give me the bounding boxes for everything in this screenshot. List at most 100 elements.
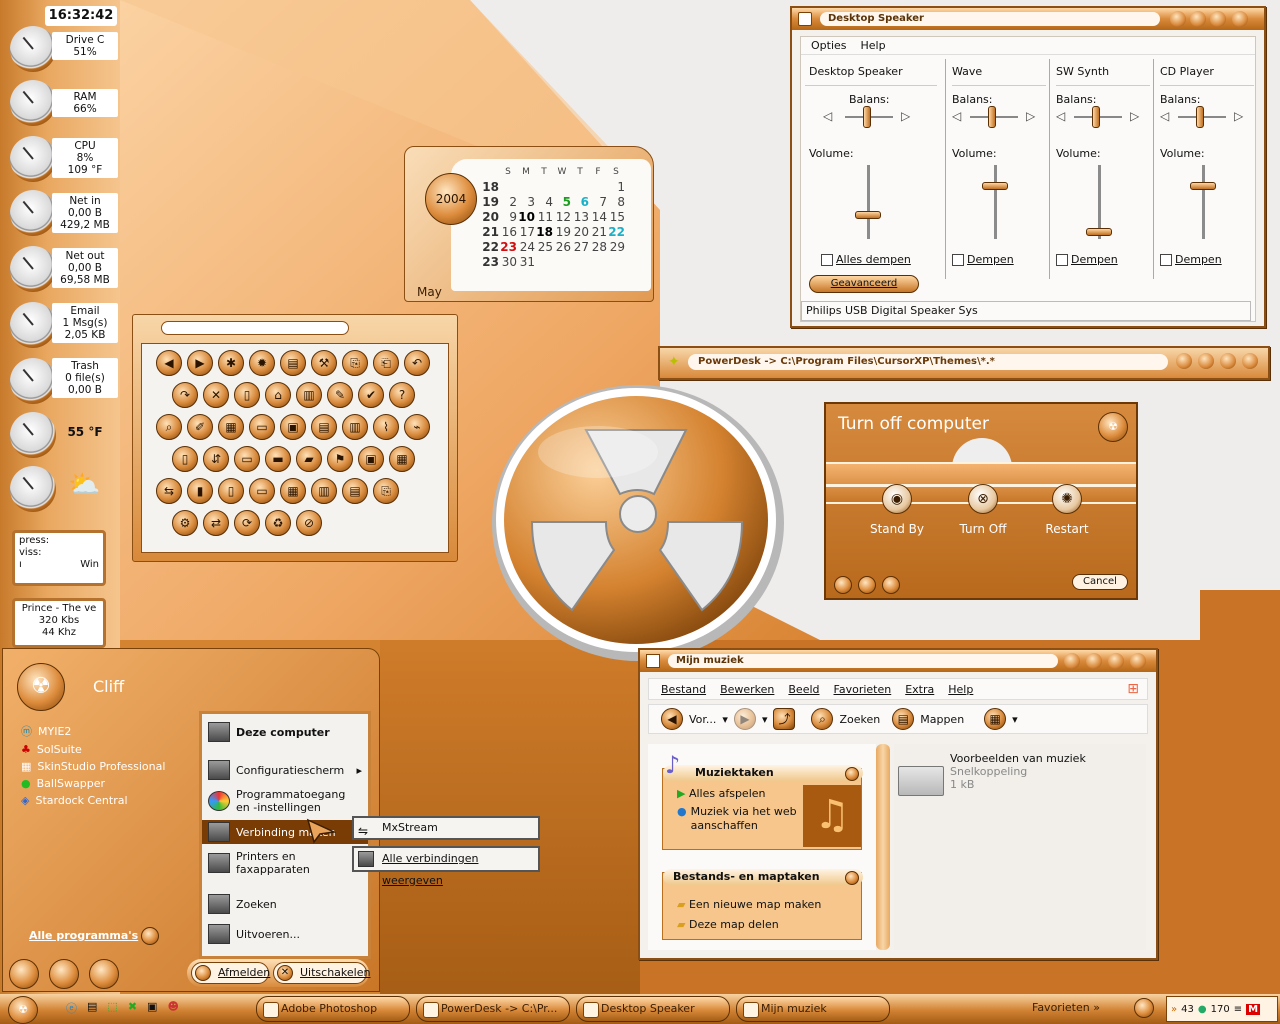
toolbar-icon-3-1[interactable]: ⇵: [203, 446, 229, 472]
powerdesk-close-button[interactable]: [1242, 353, 1258, 369]
calendar-day[interactable]: 24: [517, 240, 535, 255]
play-all-link[interactable]: ▶ Alles afspelen: [677, 787, 797, 801]
volume-slider[interactable]: [1086, 228, 1112, 236]
forward-icon[interactable]: ▶: [733, 708, 756, 730]
toolbar-icon-3-0[interactable]: ▯: [172, 446, 198, 472]
toolbar-icon-4-7[interactable]: ⎘: [373, 478, 399, 504]
volume-slider[interactable]: [1190, 182, 1216, 190]
submenu-all-connections[interactable]: Alle verbindingen weergeven: [352, 846, 540, 887]
toolbar-icon-2-1[interactable]: ✐: [187, 414, 213, 440]
start-run[interactable]: Uitvoeren...: [202, 922, 368, 946]
volume-slider[interactable]: [855, 211, 881, 219]
start-my-computer[interactable]: Deze computer: [202, 720, 368, 744]
my-music-titlebar[interactable]: Mijn muziek: [640, 650, 1156, 672]
calendar-day[interactable]: [517, 180, 535, 195]
search-icon[interactable]: ⌕: [811, 708, 834, 730]
year-badge[interactable]: 2004: [425, 173, 477, 225]
toolbar-icon-0-7[interactable]: ⎗: [373, 350, 399, 376]
calendar-day[interactable]: 21: [589, 225, 607, 240]
calendar-day[interactable]: 15: [607, 210, 625, 225]
email-icon[interactable]: [10, 302, 56, 348]
speaker-maximize-button[interactable]: [1210, 11, 1226, 27]
calendar-day[interactable]: 10: [517, 210, 535, 225]
toolbar-icon-3-7[interactable]: ▦: [389, 446, 415, 472]
mute-checkbox[interactable]: Alles dempen: [821, 253, 911, 266]
speaker-minimize-button[interactable]: [1190, 11, 1206, 27]
calendar-day[interactable]: 2: [499, 195, 517, 210]
toolbar-icon-1-0[interactable]: ↷: [172, 382, 198, 408]
toolbar-icon-3-2[interactable]: ▭: [234, 446, 260, 472]
toolbar-icon-5-3[interactable]: ♻: [265, 510, 291, 536]
speaker-menu-button[interactable]: [1170, 11, 1186, 27]
menu-extra[interactable]: Extra: [905, 683, 934, 696]
ie-icon[interactable]: ⓔ: [66, 1000, 77, 1018]
folders-icon[interactable]: ▤: [892, 708, 915, 730]
file-tasks-title[interactable]: Bestands- en maptaken: [663, 869, 863, 885]
views-icon[interactable]: ▦: [984, 708, 1007, 730]
calendar-day[interactable]: 25: [535, 240, 553, 255]
calendar-day[interactable]: [589, 180, 607, 195]
calendar-day[interactable]: 4: [535, 195, 553, 210]
pinned-skinstudio[interactable]: ▦ SkinStudio Professional: [15, 758, 171, 775]
ql-icon-5[interactable]: ▣: [147, 1000, 157, 1018]
toolbar-icon-2-5[interactable]: ▤: [311, 414, 337, 440]
toolbar-icon-2-0[interactable]: ⌕: [156, 414, 182, 440]
calendar-day[interactable]: 1: [607, 180, 625, 195]
menu-bewerken[interactable]: Bewerken: [720, 683, 774, 696]
start-printers[interactable]: Printers en faxapparaten: [202, 848, 368, 878]
calendar-day[interactable]: 13: [571, 210, 589, 225]
toolbar-icon-4-1[interactable]: ▮: [187, 478, 213, 504]
calendar-day[interactable]: [535, 180, 553, 195]
toolbar-icon-2-7[interactable]: ⌇: [373, 414, 399, 440]
logoff-button[interactable]: Afmelden: [191, 962, 270, 984]
music-minimize-button[interactable]: [1086, 653, 1102, 669]
volume-slider[interactable]: [982, 182, 1008, 190]
music-close-button[interactable]: [1130, 653, 1146, 669]
powerdesk-maximize-button[interactable]: [1220, 353, 1236, 369]
powerdesk-minimize-button[interactable]: [1198, 353, 1214, 369]
left-pane-scrollbar[interactable]: [876, 744, 890, 950]
share-folder-link[interactable]: ▰ Deze map delen: [677, 915, 821, 935]
balance-slider[interactable]: [988, 106, 996, 128]
music-tasks-title[interactable]: Muziektaken: [663, 765, 863, 781]
toolbar-icon-4-6[interactable]: ▤: [342, 478, 368, 504]
calendar-day[interactable]: 14: [589, 210, 607, 225]
task-my-music[interactable]: Mijn muziek: [736, 996, 890, 1022]
cancel-button[interactable]: Cancel: [1072, 574, 1128, 590]
toolbar-icon-4-0[interactable]: ⇆: [156, 478, 182, 504]
music-maximize-button[interactable]: [1108, 653, 1124, 669]
collapse-music-tasks-icon[interactable]: [845, 767, 859, 781]
toolbar-icon-1-3[interactable]: ⌂: [265, 382, 291, 408]
toolbar-icon-2-2[interactable]: ▦: [218, 414, 244, 440]
user-avatar[interactable]: ☢: [17, 663, 65, 711]
trash-icon[interactable]: [10, 358, 56, 404]
music-menu-button[interactable]: [1064, 653, 1080, 669]
turn-off-orb-1[interactable]: [834, 576, 852, 594]
toolbar-icon-5-1[interactable]: ⇄: [203, 510, 229, 536]
toolbar-icon-5-4[interactable]: ⊘: [296, 510, 322, 536]
toolbar-icon-4-3[interactable]: ▭: [249, 478, 275, 504]
toolbar-icon-0-0[interactable]: ◀: [156, 350, 182, 376]
menu-beeld[interactable]: Beeld: [788, 683, 819, 696]
calendar-day[interactable]: [553, 180, 571, 195]
calendar-day[interactable]: 16: [499, 225, 517, 240]
toolbar-icon-2-4[interactable]: ▣: [280, 414, 306, 440]
balance-slider[interactable]: [1092, 106, 1100, 128]
back-label[interactable]: Vor...: [689, 713, 716, 726]
toolbar-icon-4-2[interactable]: ▯: [218, 478, 244, 504]
menu-help[interactable]: Help: [861, 39, 886, 52]
calendar-day[interactable]: [535, 255, 553, 270]
folders-label[interactable]: Mappen: [920, 713, 964, 726]
calendar-day[interactable]: 28: [589, 240, 607, 255]
powerdesk-title[interactable]: PowerDesk -> C:\Program Files\CursorXP\T…: [688, 354, 1168, 370]
tray-globe-icon[interactable]: ●: [1198, 1004, 1207, 1015]
calendar-day[interactable]: 11: [535, 210, 553, 225]
toolbar-icon-4-5[interactable]: ▥: [311, 478, 337, 504]
turn-off-orb-2[interactable]: [858, 576, 876, 594]
powerdesk-menu-button[interactable]: [1176, 353, 1192, 369]
all-programs-link[interactable]: Alle programma's: [29, 929, 138, 942]
pinned-solsuite[interactable]: ♣ SolSuite: [15, 741, 171, 758]
start-button[interactable]: ☢: [8, 996, 38, 1024]
start-orb-3[interactable]: [89, 959, 119, 989]
menu-help[interactable]: Help: [948, 683, 973, 696]
